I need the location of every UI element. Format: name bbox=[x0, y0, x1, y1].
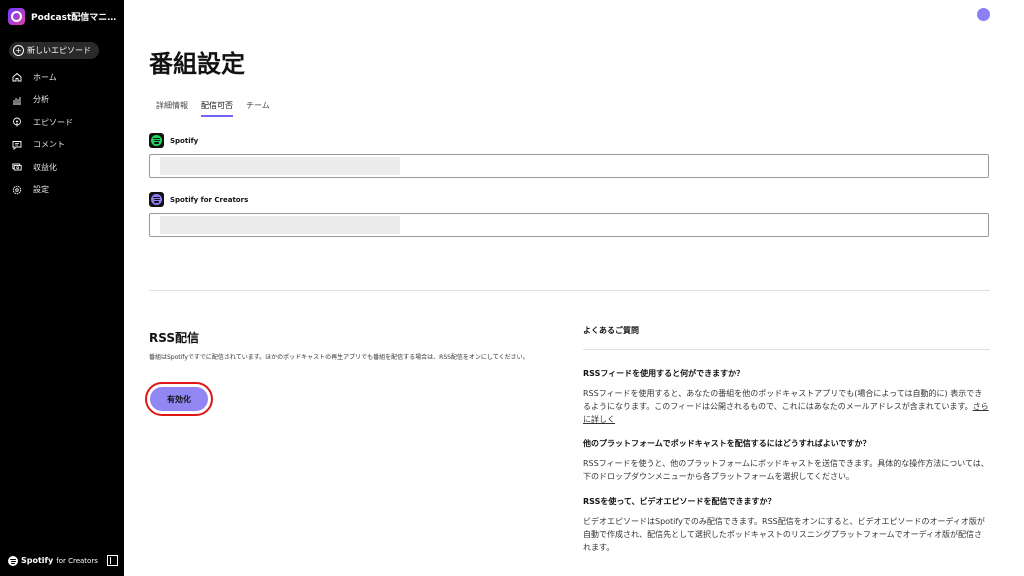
faq-section: よくあるご質問 RSSフィードを使用すると何ができますか？ RSSフィードを使用… bbox=[583, 325, 990, 552]
redacted-url bbox=[160, 157, 400, 175]
rss-section-title: RSS配信 bbox=[149, 331, 199, 345]
platform-label: Spotify bbox=[170, 136, 199, 145]
page-title: 番組設定 bbox=[149, 50, 245, 78]
faq-answer: ビデオエピソードはSpotifyでのみ配信できます。RSS配信をオンにすると、ビ… bbox=[583, 517, 985, 552]
rss-description: 番組はSpotifyですでに配信されています。ほかのポッドキャストの再生アプリで… bbox=[149, 354, 529, 361]
spotify-logo-icon bbox=[8, 555, 18, 566]
sidebar-item-label: コメント bbox=[33, 140, 65, 150]
section-divider bbox=[149, 290, 990, 291]
spotify-icon bbox=[149, 133, 164, 148]
show-logo-icon bbox=[8, 8, 25, 25]
sidebar-item-label: エピソード bbox=[33, 117, 73, 127]
footer-brand: Spotify bbox=[21, 556, 54, 565]
tab-team[interactable]: チーム bbox=[246, 100, 270, 117]
sidebar-item-label: ホーム bbox=[33, 72, 57, 82]
faq-heading: よくあるご質問 bbox=[583, 325, 990, 350]
highlight-ring bbox=[145, 382, 213, 416]
new-episode-button[interactable]: + 新しいエピソード bbox=[9, 42, 99, 59]
money-icon bbox=[12, 163, 22, 171]
sidebar-item-home[interactable]: ホーム bbox=[0, 66, 124, 89]
redacted-url bbox=[160, 216, 400, 234]
footer-brand-sub: for Creators bbox=[56, 556, 98, 565]
sidebar-nav: ホーム 分析 エピソード コメント 収益化 設定 bbox=[0, 66, 124, 201]
faq-question: RSSフィードを使用すると何ができますか？ bbox=[583, 369, 745, 378]
faq-answer-text: RSSフィードを使用すると、あなたの番組を他のポッドキャストアプリでも(場合によ… bbox=[583, 389, 983, 411]
spotify-for-creators-icon bbox=[149, 192, 164, 207]
avatar[interactable] bbox=[977, 8, 990, 21]
platform-spotify: Spotify bbox=[149, 133, 198, 148]
faq-answer: RSSフィードを使うと、他のプラットフォームにポッドキャストを送信できます。具体… bbox=[583, 459, 989, 481]
tab-distribution[interactable]: 配信可否 bbox=[201, 100, 233, 117]
sidebar-item-label: 分析 bbox=[33, 95, 49, 105]
gear-icon bbox=[12, 185, 22, 194]
sidebar-item-settings[interactable]: 設定 bbox=[0, 179, 124, 202]
sidebar-item-episodes[interactable]: エピソード bbox=[0, 111, 124, 134]
platform-label: Spotify for Creators bbox=[170, 195, 249, 204]
sidebar-item-monetization[interactable]: 収益化 bbox=[0, 156, 124, 179]
faq-answer: RSSフィードを使用すると、あなたの番組を他のポッドキャストアプリでも(場合によ… bbox=[583, 387, 990, 426]
settings-tabs: 詳細情報 配信可否 チーム bbox=[156, 100, 283, 117]
home-icon bbox=[12, 73, 22, 82]
platform-spotify-for-creators: Spotify for Creators bbox=[149, 192, 248, 207]
show-title: Podcast配信マニュ... bbox=[31, 13, 119, 23]
sidebar: Podcast配信マニュ... + 新しいエピソード ホーム 分析 エピソード … bbox=[0, 0, 124, 576]
tab-details[interactable]: 詳細情報 bbox=[156, 100, 188, 117]
plus-icon: + bbox=[13, 45, 24, 56]
show-switcher[interactable]: Podcast配信マニュ... bbox=[8, 8, 120, 25]
podcast-icon bbox=[13, 117, 21, 127]
sidebar-footer: Spotify for Creators bbox=[8, 555, 118, 566]
sidebar-item-comments[interactable]: コメント bbox=[0, 134, 124, 157]
sidebar-item-label: 設定 bbox=[33, 185, 49, 195]
faq-question: RSSを使って、ビデオエピソードを配信できますか？ bbox=[583, 497, 776, 506]
faq-question: 他のプラットフォームでポッドキャストを配信するにはどうすればよいですか？ bbox=[583, 439, 871, 448]
comment-icon bbox=[12, 140, 22, 150]
new-episode-label: 新しいエピソード bbox=[27, 46, 91, 55]
collapse-sidebar-icon[interactable] bbox=[107, 555, 118, 566]
bar-chart-icon bbox=[13, 96, 21, 105]
sidebar-item-analytics[interactable]: 分析 bbox=[0, 89, 124, 112]
sidebar-item-label: 収益化 bbox=[33, 162, 57, 172]
